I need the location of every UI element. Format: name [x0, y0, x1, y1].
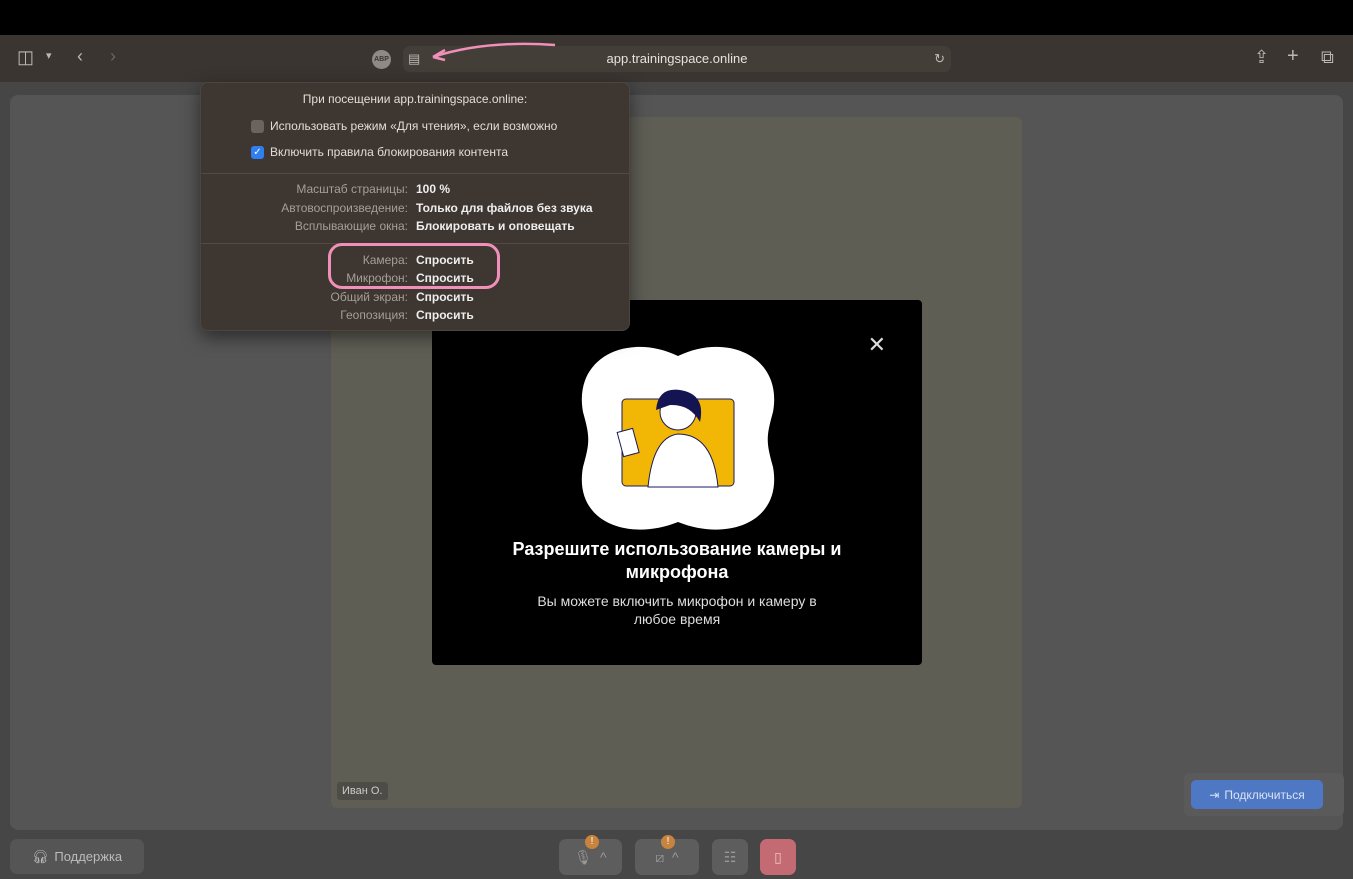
tabs-overview-icon[interactable]: ⧉ — [1321, 47, 1334, 68]
setting-page-zoom[interactable]: Масштаб страницы: 100 % — [201, 180, 629, 199]
share-icon[interactable]: ⇪ — [1254, 47, 1269, 68]
modal-subtitle: Вы можете включить микрофон и камеру в л… — [537, 593, 817, 627]
annotation-arrow — [432, 42, 556, 62]
setting-label: Автовоспроизведение: — [281, 200, 408, 215]
adblock-icon[interactable]: ABP — [372, 50, 391, 69]
highlight-annotation — [328, 243, 500, 289]
camera-warning-badge: ! — [661, 835, 675, 849]
permission-screen-share[interactable]: Общий экран: Спросить — [201, 288, 629, 307]
join-button[interactable]: ⇥ Подключиться — [1191, 780, 1323, 809]
setting-popups[interactable]: Всплывающие окна: Блокировать и оповещать — [201, 217, 629, 236]
popover-title: При посещении app.trainingspace.online: — [302, 92, 528, 106]
join-label: Подключиться — [1224, 787, 1305, 802]
setting-label: Всплывающие окна: — [294, 219, 408, 234]
content-blockers-checkbox[interactable]: ✓ Включить правила блокирования контента — [201, 145, 629, 171]
new-tab-icon[interactable]: + — [1287, 45, 1299, 68]
support-label: Поддержка — [54, 849, 123, 864]
checkbox-label: Включить правила блокирования контента — [270, 145, 509, 159]
site-settings-popover: При посещении app.trainingspace.online: … — [200, 82, 630, 331]
forward-icon[interactable]: › — [110, 46, 116, 67]
leave-button[interactable]: ▯ — [760, 839, 796, 875]
mic-warning-badge: ! — [585, 835, 599, 849]
mic-off-icon: 🎙︎ — [574, 848, 593, 865]
support-button[interactable]: 🎧︎ Поддержка — [10, 839, 144, 874]
setting-label: Масштаб страницы: — [296, 182, 408, 197]
setting-value[interactable]: 100 % — [416, 182, 450, 196]
participant-name: Иван О. — [337, 782, 388, 800]
sidebar-toggle-icon[interactable]: ◫ — [17, 47, 34, 68]
chevron-down-icon[interactable]: ▾ — [46, 49, 52, 62]
reader-mode-checkbox[interactable]: Использовать режим «Для чтения», если во… — [201, 119, 629, 145]
modal-title: Разрешите использование камеры и микрофо… — [512, 539, 842, 582]
permission-modal: ✕ Разрешите использование камеры и микро… — [432, 300, 922, 665]
setting-value[interactable]: Блокировать и оповещать — [416, 219, 575, 233]
page-settings-icon[interactable]: ▤ — [408, 46, 420, 72]
reload-icon[interactable]: ↻ — [934, 46, 945, 72]
settings-button[interactable]: ☷ — [712, 839, 748, 875]
permission-label: Общий экран: — [330, 289, 408, 304]
setting-autoplay[interactable]: Автовоспроизведение: Только для файлов бе… — [201, 199, 629, 218]
back-icon[interactable]: ‹ — [77, 46, 83, 67]
sliders-icon: ☷ — [723, 848, 737, 865]
url-text: app.trainingspace.online — [606, 51, 748, 66]
permission-location[interactable]: Геопозиция: Спросить — [201, 306, 629, 325]
permission-value[interactable]: Спросить — [416, 290, 474, 304]
top-black-bar — [0, 0, 1353, 35]
checkbox-label: Использовать режим «Для чтения», если во… — [270, 119, 558, 133]
checkbox-unchecked[interactable] — [251, 120, 264, 134]
camera-off-icon: ⧄ — [655, 848, 665, 865]
permission-label: Геопозиция: — [340, 308, 408, 323]
illustration — [581, 346, 775, 530]
headset-icon: 🎧︎ — [31, 848, 49, 864]
chevron-up-icon[interactable]: ^ — [600, 849, 607, 865]
setting-value[interactable]: Только для файлов без звука — [416, 201, 593, 215]
close-icon[interactable]: ✕ — [868, 332, 886, 358]
enter-icon: ⇥ — [1209, 787, 1220, 802]
chevron-up-icon[interactable]: ^ — [672, 849, 679, 865]
permission-value[interactable]: Спросить — [416, 308, 474, 322]
exit-icon: ▯ — [774, 848, 782, 865]
checkbox-checked-icon[interactable]: ✓ — [251, 146, 264, 160]
